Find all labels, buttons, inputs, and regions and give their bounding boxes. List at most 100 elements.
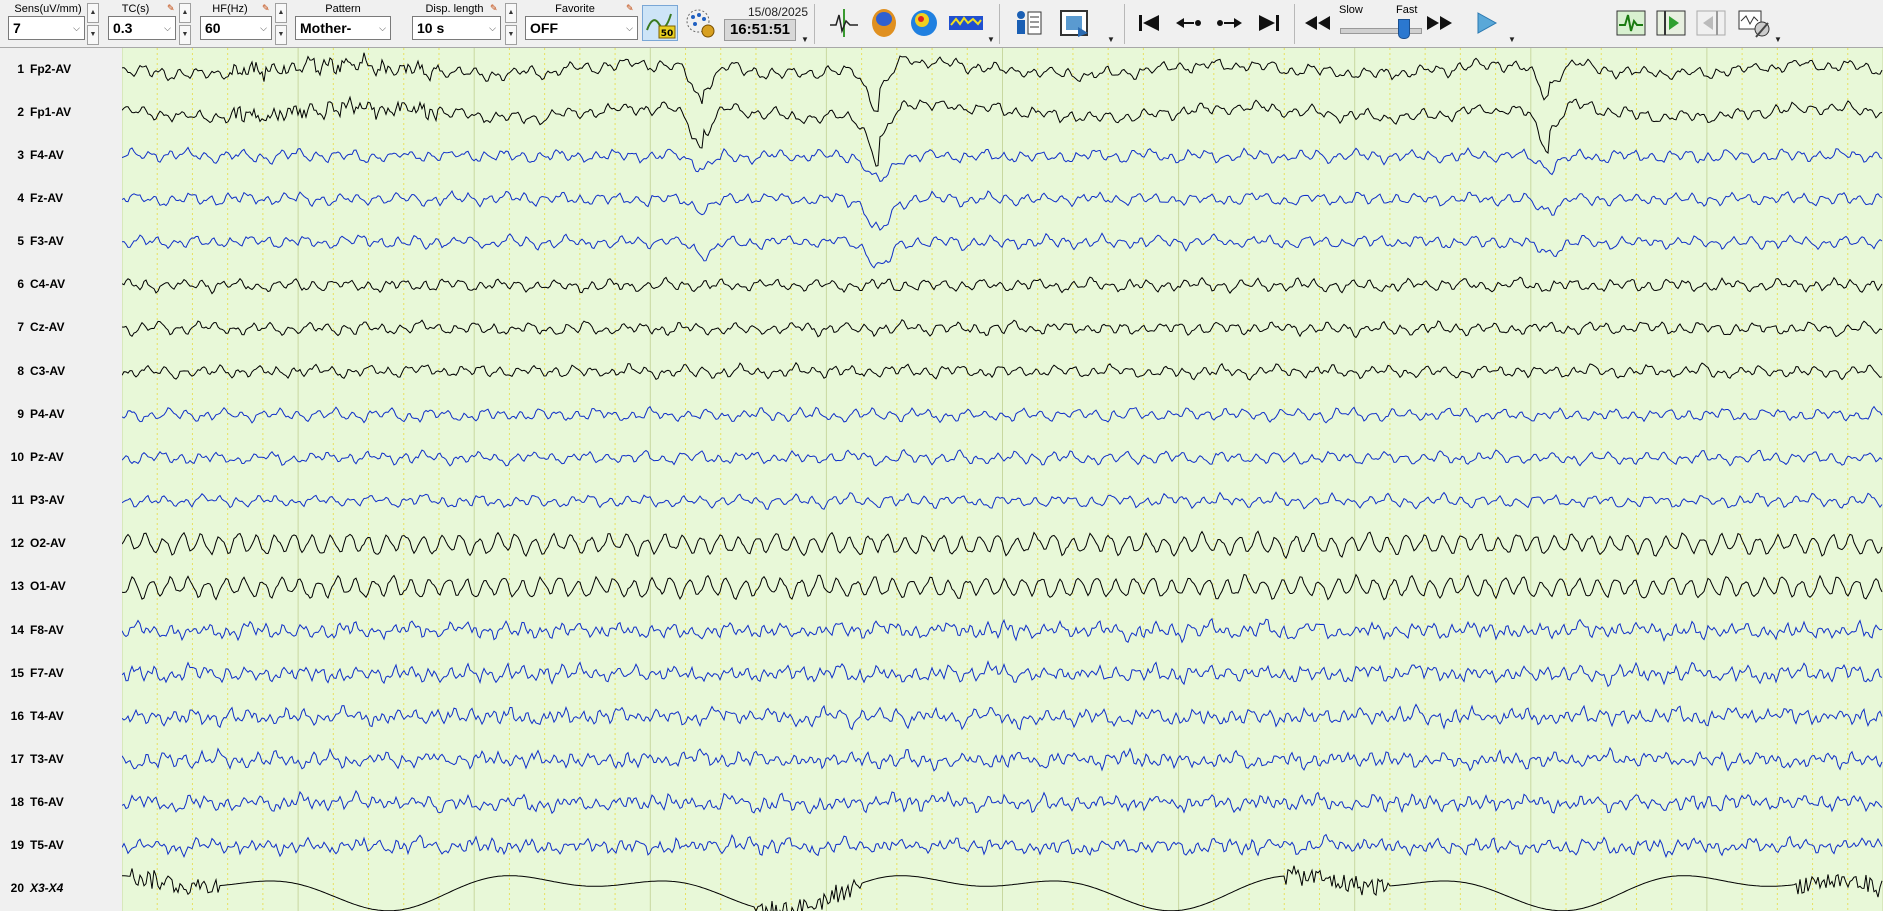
pattern-value: Mother- <box>300 20 352 36</box>
channel-name: T3-AV <box>30 751 64 766</box>
channel-row[interactable]: 10 Pz-AV <box>0 450 122 470</box>
toolbar-separator <box>814 4 815 44</box>
waveform-panel-icon <box>1616 10 1646 36</box>
channel-row[interactable]: 18 T6-AV <box>0 795 122 815</box>
channel-row[interactable]: 9 P4-AV <box>0 407 122 427</box>
tc-stepper[interactable]: ▲ ▼ <box>179 3 191 45</box>
hf-label: HF(Hz) <box>212 3 248 15</box>
channel-row[interactable]: 14 F8-AV <box>0 623 122 643</box>
channel-row[interactable]: 20 X3-X4 <box>0 881 122 901</box>
down-arrow-icon[interactable]: ▼ <box>275 25 287 45</box>
sens-select[interactable]: 7 ⌵ <box>8 16 85 40</box>
sens-label: Sens(uV/mm) <box>14 3 82 15</box>
channel-row[interactable]: 16 T4-AV <box>0 709 122 729</box>
tools-button[interactable] <box>1734 5 1774 41</box>
rewind-icon <box>1305 16 1330 30</box>
channel-number: 20 <box>10 881 24 896</box>
hf-stepper[interactable]: ▲ ▼ <box>275 3 287 45</box>
channel-row[interactable]: 11 P3-AV <box>0 493 122 513</box>
prev-page-panel-button[interactable] <box>1694 5 1728 41</box>
panel-next-icon <box>1656 10 1686 36</box>
channel-row[interactable]: 7 Cz-AV <box>0 320 122 340</box>
hf-select[interactable]: 60 ⌵ <box>200 16 272 40</box>
play-dropdown-icon[interactable]: ▼ <box>1508 35 1516 44</box>
channel-row[interactable]: 15 F7-AV <box>0 666 122 686</box>
chevron-down-icon: ⌵ <box>379 23 386 33</box>
favorite-select[interactable]: OFF ⌵ <box>525 16 638 40</box>
eeg-trace-area[interactable] <box>122 48 1883 911</box>
channel-number: 6 <box>17 277 24 292</box>
spectrum-button[interactable] <box>946 5 986 41</box>
fast-forward-icon <box>1427 16 1452 30</box>
toolbar-separator <box>999 4 1000 44</box>
view-dropdown-icon[interactable]: ▼ <box>987 35 995 44</box>
channel-row[interactable]: 17 T3-AV <box>0 752 122 772</box>
edit-pencil-icon[interactable]: ✎ <box>490 3 500 13</box>
up-arrow-icon[interactable]: ▲ <box>179 3 191 23</box>
channel-number: 17 <box>10 751 24 766</box>
channel-row[interactable]: 6 C4-AV <box>0 277 122 297</box>
rewind-button[interactable] <box>1301 5 1333 41</box>
channel-number: 7 <box>17 320 24 335</box>
edit-pencil-icon[interactable]: ✎ <box>626 3 636 13</box>
electrode-settings-button[interactable] <box>682 5 718 41</box>
step-back-icon <box>1176 18 1201 28</box>
channel-row[interactable]: 19 T5-AV <box>0 838 122 858</box>
go-to-start-button[interactable] <box>1134 5 1164 41</box>
speed-slider-handle[interactable] <box>1398 19 1410 39</box>
channel-row[interactable]: 5 F3-AV <box>0 234 122 254</box>
waveform-panel-button[interactable] <box>1614 5 1648 41</box>
channel-row[interactable]: 13 O1-AV <box>0 579 122 599</box>
channel-row[interactable]: 12 O2-AV <box>0 536 122 556</box>
edit-pencil-icon[interactable]: ✎ <box>167 3 177 13</box>
disp-length-value: 10 s <box>417 20 445 36</box>
step-back-button[interactable] <box>1172 5 1206 41</box>
head-map-button[interactable] <box>866 5 902 41</box>
channel-name: Fp1-AV <box>30 104 72 119</box>
sens-stepper[interactable]: ▲ ▼ <box>87 3 99 45</box>
time-dropdown-icon[interactable]: ▼ <box>801 35 809 44</box>
play-button[interactable] <box>1470 5 1504 41</box>
montage-view-button[interactable] <box>826 5 862 41</box>
up-arrow-icon[interactable]: ▲ <box>87 3 99 23</box>
tc-select[interactable]: 0.3 ⌵ <box>108 16 176 40</box>
spectrogram-icon <box>949 16 983 30</box>
favorite-value: OFF <box>530 20 558 36</box>
tools-dropdown-icon[interactable]: ▼ <box>1774 35 1782 44</box>
hf-value: 60 <box>205 20 221 36</box>
channel-number: 18 <box>10 795 24 810</box>
down-arrow-icon[interactable]: ▼ <box>87 25 99 45</box>
channel-row[interactable]: 4 Fz-AV <box>0 191 122 211</box>
channel-number: 12 <box>10 536 24 551</box>
channel-name: C4-AV <box>30 277 66 292</box>
channel-row[interactable]: 1 Fp2-AV <box>0 62 122 82</box>
topography-button[interactable] <box>906 5 942 41</box>
chevron-down-icon: ⌵ <box>626 23 633 33</box>
channel-row[interactable]: 3 F4-AV <box>0 148 122 168</box>
play-icon <box>1477 12 1498 34</box>
filter-50hz-toggle[interactable]: 50 <box>642 5 678 41</box>
notch-filter-icon: 50 <box>646 13 676 39</box>
channel-number: 19 <box>10 838 24 853</box>
patient-info-button[interactable] <box>1010 5 1046 41</box>
channel-number: 8 <box>17 363 24 378</box>
next-page-panel-button[interactable] <box>1654 5 1688 41</box>
step-forward-button[interactable] <box>1212 5 1246 41</box>
pattern-select[interactable]: Mother- ⌵ <box>295 16 391 40</box>
video-button[interactable] <box>1056 5 1092 41</box>
up-arrow-icon[interactable]: ▲ <box>275 3 287 23</box>
edit-pencil-icon[interactable]: ✎ <box>262 3 272 13</box>
chevron-down-icon: ⌵ <box>164 23 171 33</box>
go-to-end-button[interactable] <box>1254 5 1284 41</box>
video-dropdown-icon[interactable]: ▼ <box>1107 35 1115 44</box>
tools-settings-icon <box>1738 10 1770 38</box>
speed-slow-label: Slow <box>1339 4 1363 16</box>
down-arrow-icon[interactable]: ▼ <box>179 25 191 45</box>
fast-forward-button[interactable] <box>1424 5 1456 41</box>
channel-row[interactable]: 2 Fp1-AV <box>0 105 122 125</box>
channel-row[interactable]: 8 C3-AV <box>0 364 122 384</box>
disp-length-select[interactable]: 10 s ⌵ <box>412 16 501 40</box>
down-arrow-icon[interactable]: ▼ <box>505 25 517 45</box>
disp-length-stepper[interactable]: ▲ ▼ <box>505 3 517 45</box>
up-arrow-icon[interactable]: ▲ <box>505 3 517 23</box>
